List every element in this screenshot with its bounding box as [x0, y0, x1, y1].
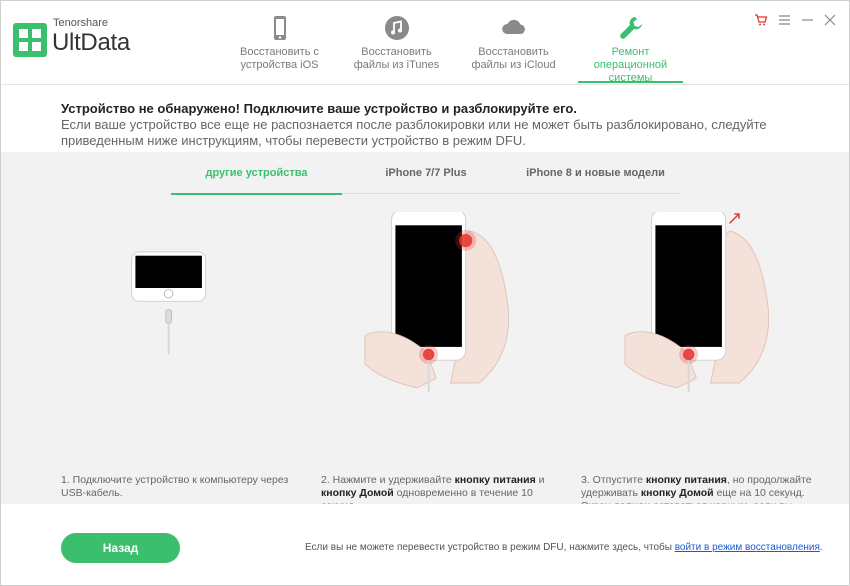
- music-icon: [384, 16, 409, 40]
- press-power-home-illustration: [364, 212, 510, 393]
- nav-repair-os[interactable]: Ремонт операционной системы: [572, 1, 689, 85]
- recovery-mode-link[interactable]: войти в режим восстановления: [675, 542, 820, 553]
- cart-icon[interactable]: [754, 13, 768, 27]
- nav-label: Восстановить с устройства iOS: [240, 46, 319, 71]
- close-icon[interactable]: [823, 13, 837, 27]
- ultdata-logo-icon: [13, 23, 47, 57]
- instructions-panel: другие устройства iPhone 7/7 Plus iPhone…: [1, 152, 849, 525]
- minimize-icon[interactable]: [800, 13, 814, 27]
- logo: Tenorshare UltData: [13, 15, 143, 65]
- step-1-text: 1. Подключите устройство к компьютеру че…: [61, 474, 289, 499]
- step-3-text-part: 3. Отпустите: [581, 474, 646, 486]
- tab-iphone-8-newer[interactable]: iPhone 8 и новые модели: [510, 164, 681, 194]
- phone-icon: [273, 16, 286, 40]
- step-2-text-part: 2. Нажмите и удерживайте: [321, 474, 455, 486]
- window-controls: [754, 13, 837, 27]
- notice-body: Если ваше устройство все еще не распозна…: [61, 117, 767, 148]
- power-button-label: кнопку питания: [454, 474, 536, 486]
- notice: Устройство не обнаружено! Подключите ваш…: [61, 101, 781, 149]
- nav-recover-itunes[interactable]: Восстановить файлы из iTunes: [338, 1, 455, 85]
- footer: Назад Если вы не можете перевести устрой…: [1, 504, 849, 585]
- nav-label: Восстановить файлы из iCloud: [471, 46, 556, 71]
- home-button-label: кнопку Домой: [640, 487, 714, 499]
- note-end: .: [819, 542, 823, 553]
- home-button-label: кнопку Домой: [321, 487, 394, 499]
- recovery-mode-note: Если вы не можете перевести устройство в…: [305, 542, 823, 553]
- tab-other-devices[interactable]: другие устройства: [171, 164, 342, 195]
- device-tabs: другие устройства iPhone 7/7 Plus iPhone…: [171, 164, 681, 195]
- app-window: Tenorshare UltData Восстановить с устрой…: [0, 0, 850, 586]
- nav-label: Ремонт операционной системы: [593, 46, 668, 84]
- cloud-icon: [501, 19, 525, 34]
- release-power-illustration: [624, 212, 770, 393]
- nav-recover-ios-device[interactable]: Восстановить с устройства iOS: [221, 1, 338, 85]
- wrench-icon: [619, 17, 642, 39]
- menu-icon[interactable]: [777, 13, 791, 27]
- notice-title: Устройство не обнаружено! Подключите ваш…: [61, 101, 577, 116]
- nav-recover-icloud[interactable]: Восстановить файлы из iCloud: [455, 1, 572, 85]
- power-button-label: кнопку питания: [645, 474, 727, 486]
- tab-iphone-7[interactable]: iPhone 7/7 Plus: [342, 164, 510, 194]
- note-text: Если вы не можете перевести устройство в…: [305, 542, 675, 553]
- brand-label: Tenorshare: [53, 17, 109, 29]
- step-1: 1. Подключите устройство к компьютеру че…: [61, 212, 301, 502]
- step-2-text-part: и: [535, 474, 545, 486]
- connect-usb-illustration: [131, 251, 207, 355]
- step-2: 2. Нажмите и удерживайте кнопку питания …: [321, 212, 561, 512]
- nav-label: Восстановить файлы из iTunes: [353, 46, 440, 71]
- main-nav: Восстановить с устройства iOS Восстанови…: [221, 1, 689, 85]
- back-button[interactable]: Назад: [61, 533, 180, 563]
- header: Tenorshare UltData Восстановить с устрой…: [1, 1, 849, 85]
- app-name: UltData: [52, 29, 130, 56]
- step-3: 3. Отпустите кнопку питания, но продолжа…: [581, 212, 821, 525]
